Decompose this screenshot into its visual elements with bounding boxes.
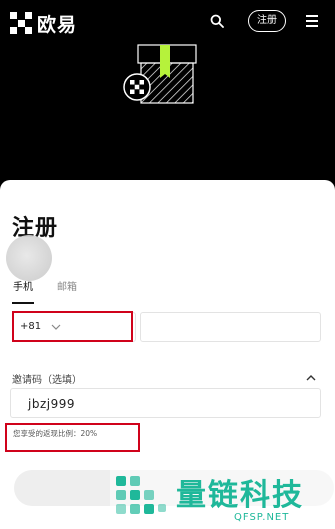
invite-code-input[interactable]: jbzj999 — [10, 388, 321, 418]
invite-code-label: 邀请码（选填） — [12, 375, 82, 386]
watermark: 量链科技 QFSP.NET — [110, 462, 335, 529]
watermark-logo-icon — [116, 476, 166, 514]
tab-email[interactable]: 邮箱 — [57, 278, 77, 293]
menu-icon[interactable] — [306, 15, 318, 27]
top-navigation-bar: 欧易 注册 — [0, 0, 335, 44]
blurred-avatar — [6, 235, 52, 281]
okx-logo-icon — [10, 12, 32, 34]
chevron-up-icon[interactable] — [306, 374, 316, 382]
active-tab-indicator — [12, 302, 34, 304]
highlight-box-country-code — [12, 311, 133, 342]
brand-logo[interactable]: 欧易 — [10, 11, 78, 36]
tab-phone[interactable]: 手机 — [13, 278, 33, 293]
phone-number-input[interactable] — [140, 312, 321, 342]
register-button[interactable]: 注册 — [248, 10, 286, 32]
watermark-url: QFSP.NET — [234, 512, 290, 523]
watermark-name: 量链科技 — [176, 478, 304, 513]
invite-code-value: jbzj999 — [28, 397, 75, 411]
highlight-box-rebate — [5, 423, 140, 452]
gift-box-illustration — [123, 44, 197, 104]
search-icon[interactable] — [210, 14, 224, 28]
brand-name: 欧易 — [37, 13, 78, 36]
